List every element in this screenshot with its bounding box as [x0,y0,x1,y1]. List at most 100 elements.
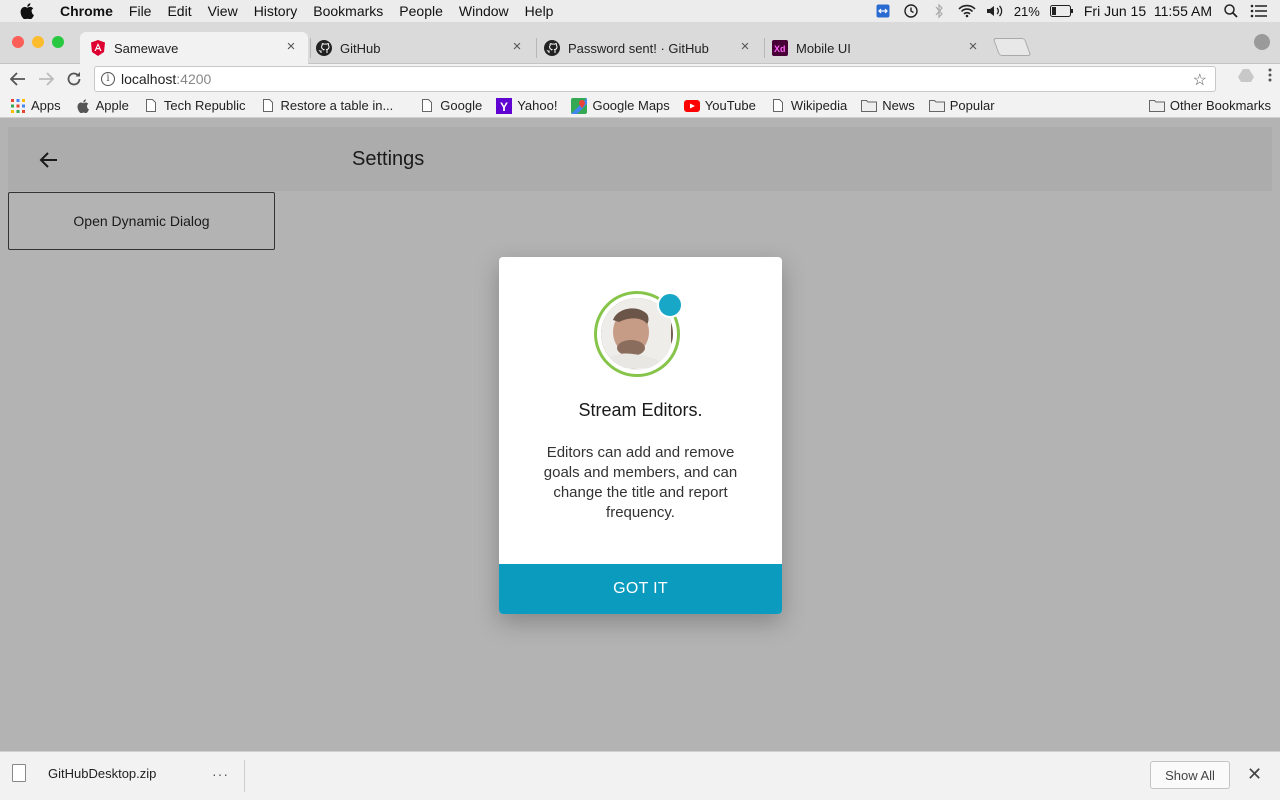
open-dynamic-dialog-button[interactable]: Open Dynamic Dialog [8,192,275,250]
tab-title: Samewave [114,40,179,56]
back-arrow-icon[interactable] [38,149,60,171]
page-content: Settings Open Dynamic Dialog Stream Edit… [0,119,1280,751]
close-tab-icon[interactable]: × [284,39,298,54]
bookmarks-bar: Apps Apple Tech Republic Restore a table… [0,94,1280,118]
tab-password-sent[interactable]: Password sent! · GitHub × [534,32,762,64]
bookmark-label: News [882,98,915,113]
tab-samewave[interactable]: Samewave × [80,32,308,64]
bookmark-wikipedia[interactable]: Wikipedia [770,98,847,114]
bookmark-label: Apps [31,98,61,113]
apple-menu-icon[interactable] [20,3,38,19]
menu-file[interactable]: File [121,0,160,22]
bookmark-label: Apple [95,98,129,113]
bluetooth-icon[interactable] [930,3,948,19]
spotlight-search-icon[interactable] [1222,3,1240,19]
bookmark-restore-table[interactable]: Restore a table in... [260,98,393,114]
menu-help[interactable]: Help [517,0,562,22]
download-options-icon[interactable]: ··· [212,766,229,782]
apple-icon [75,98,91,114]
page-icon [770,98,786,114]
menu-chrome[interactable]: Chrome [52,0,121,22]
window-controls [12,36,64,48]
menu-history[interactable]: History [246,0,306,22]
google-drive-extension-icon[interactable] [1238,68,1254,87]
bookmark-google-maps[interactable]: Google Maps [571,97,670,114]
folder-icon [861,98,878,114]
bookmark-label: Google Maps [592,98,670,113]
page-icon [143,98,159,114]
page-title: Settings [352,148,425,170]
bookmark-label: Wikipedia [790,98,848,113]
bookmark-star-icon[interactable]: ☆ [1193,70,1207,90]
close-tab-icon[interactable]: × [738,39,752,54]
folder-icon [1148,98,1165,114]
notification-center-icon[interactable] [1250,3,1268,19]
teamviewer-icon[interactable] [874,3,892,19]
close-tab-icon[interactable]: × [510,39,524,54]
volume-icon[interactable] [986,3,1004,19]
zoom-window-button[interactable] [52,36,64,48]
battery-percent: 21% [1013,3,1040,19]
bookmark-google[interactable]: Google [419,98,482,114]
other-bookmarks[interactable]: Other Bookmarks [1148,98,1271,114]
tab-title: Password sent! · GitHub [568,40,709,56]
bookmark-popular[interactable]: Popular [928,98,995,114]
bookmark-label: Tech Republic [163,98,246,113]
bookmark-apple[interactable]: Apple [75,98,129,114]
wifi-icon[interactable] [958,3,976,19]
browser-toolbar: i localhost:4200 ☆ [0,64,1280,94]
battery-icon[interactable] [1049,3,1074,19]
time-machine-icon[interactable] [902,3,920,19]
bookmark-news[interactable]: News [861,98,915,114]
macos-menu-bar: Chrome File Edit View History Bookmarks … [0,0,1280,22]
bookmark-label: Other Bookmarks [1169,98,1271,113]
app-header: Settings [8,127,1272,191]
address-bar[interactable]: i localhost:4200 ☆ [94,66,1216,92]
svg-text:Xd: Xd [774,44,786,54]
menu-bookmarks[interactable]: Bookmarks [305,0,391,22]
github-icon [316,40,332,56]
bookmark-tech-republic[interactable]: Tech Republic [143,98,246,114]
show-all-downloads-button[interactable]: Show All [1150,761,1230,789]
new-tab-button[interactable] [992,38,1032,56]
google-maps-icon [571,97,588,114]
reload-icon[interactable] [60,65,88,93]
menu-window[interactable]: Window [451,0,517,22]
folder-icon [928,98,945,114]
download-filename: GitHubDesktop.zip [48,765,157,781]
bookmark-apps[interactable]: Apps [10,98,61,114]
got-it-button[interactable]: GOT IT [499,564,782,614]
bookmark-label: Google [440,98,483,113]
bookmark-youtube[interactable]: YouTube [683,98,756,114]
bookmark-label: YouTube [704,98,756,113]
dialog-title: Stream Editors. [578,400,703,420]
clock[interactable]: Fri Jun 15 11:55 AM [1084,3,1212,19]
bookmark-yahoo[interactable]: Y Yahoo! [496,97,557,114]
tab-title: Mobile UI [796,40,851,56]
download-item[interactable]: GitHubDesktop.zip [12,764,156,782]
profile-avatar-icon[interactable] [1254,34,1270,50]
stream-editors-dialog: Stream Editors. Editors can add and remo… [499,257,782,614]
url-port: :4200 [176,71,212,87]
forward-icon[interactable] [32,65,60,93]
minimize-window-button[interactable] [32,36,44,48]
github-icon [544,40,560,56]
close-download-shelf-icon[interactable]: ✕ [1247,764,1262,785]
menu-people[interactable]: People [391,0,451,22]
angular-icon [90,40,106,56]
back-icon[interactable] [4,65,32,93]
menu-view[interactable]: View [200,0,246,22]
tab-github[interactable]: GitHub × [306,32,534,64]
site-info-icon[interactable]: i [101,72,115,86]
page-icon [419,98,435,114]
svg-text:Y: Y [500,100,508,114]
close-window-button[interactable] [12,36,24,48]
menu-edit[interactable]: Edit [159,0,199,22]
tab-strip: Samewave × GitHub × Password sent! · Git… [0,22,1280,64]
youtube-icon [683,98,700,114]
page-icon [260,98,276,114]
chrome-menu-icon[interactable] [1268,68,1272,87]
close-tab-icon[interactable]: × [966,39,980,54]
tab-mobile-ui[interactable]: Xd Mobile UI × [762,32,990,64]
download-shelf: GitHubDesktop.zip ··· Show All ✕ [0,751,1280,800]
